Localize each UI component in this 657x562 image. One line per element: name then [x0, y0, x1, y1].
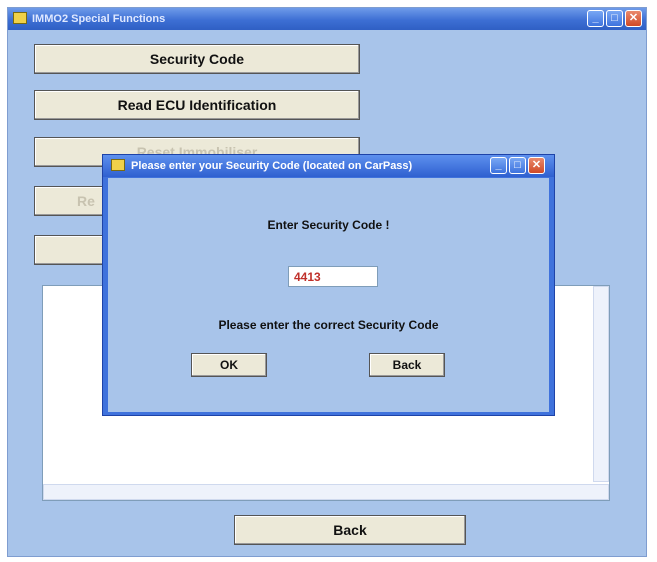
dialog-maximize-icon[interactable]: □: [509, 157, 526, 174]
dialog-body: Enter Security Code ! Please enter the c…: [108, 178, 549, 412]
app-icon: [13, 12, 27, 24]
vertical-scrollbar[interactable]: [593, 286, 609, 482]
maximize-icon[interactable]: □: [606, 10, 623, 27]
security-code-dialog: Please enter your Security Code (located…: [102, 154, 555, 416]
dialog-close-icon[interactable]: ✕: [528, 157, 545, 174]
dialog-minimize-icon[interactable]: _: [490, 157, 507, 174]
dialog-back-button[interactable]: Back: [369, 353, 445, 377]
main-titlebar[interactable]: IMMO2 Special Functions _ □ ✕: [8, 8, 646, 30]
dialog-title: Please enter your Security Code (located…: [131, 160, 413, 172]
main-back-button[interactable]: Back: [234, 515, 466, 545]
ok-button[interactable]: OK: [191, 353, 267, 377]
security-code-input[interactable]: [288, 266, 378, 287]
dialog-titlebar[interactable]: Please enter your Security Code (located…: [103, 155, 554, 177]
read-ecu-identification-button[interactable]: Read ECU Identification: [34, 90, 360, 120]
security-code-button[interactable]: Security Code: [34, 44, 360, 74]
horizontal-scrollbar[interactable]: [43, 484, 609, 500]
dialog-app-icon: [111, 159, 125, 171]
minimize-icon[interactable]: _: [587, 10, 604, 27]
dialog-heading: Enter Security Code !: [267, 218, 390, 232]
main-window-title: IMMO2 Special Functions: [32, 13, 166, 25]
close-icon[interactable]: ✕: [625, 10, 642, 27]
dialog-message: Please enter the correct Security Code: [218, 318, 439, 332]
